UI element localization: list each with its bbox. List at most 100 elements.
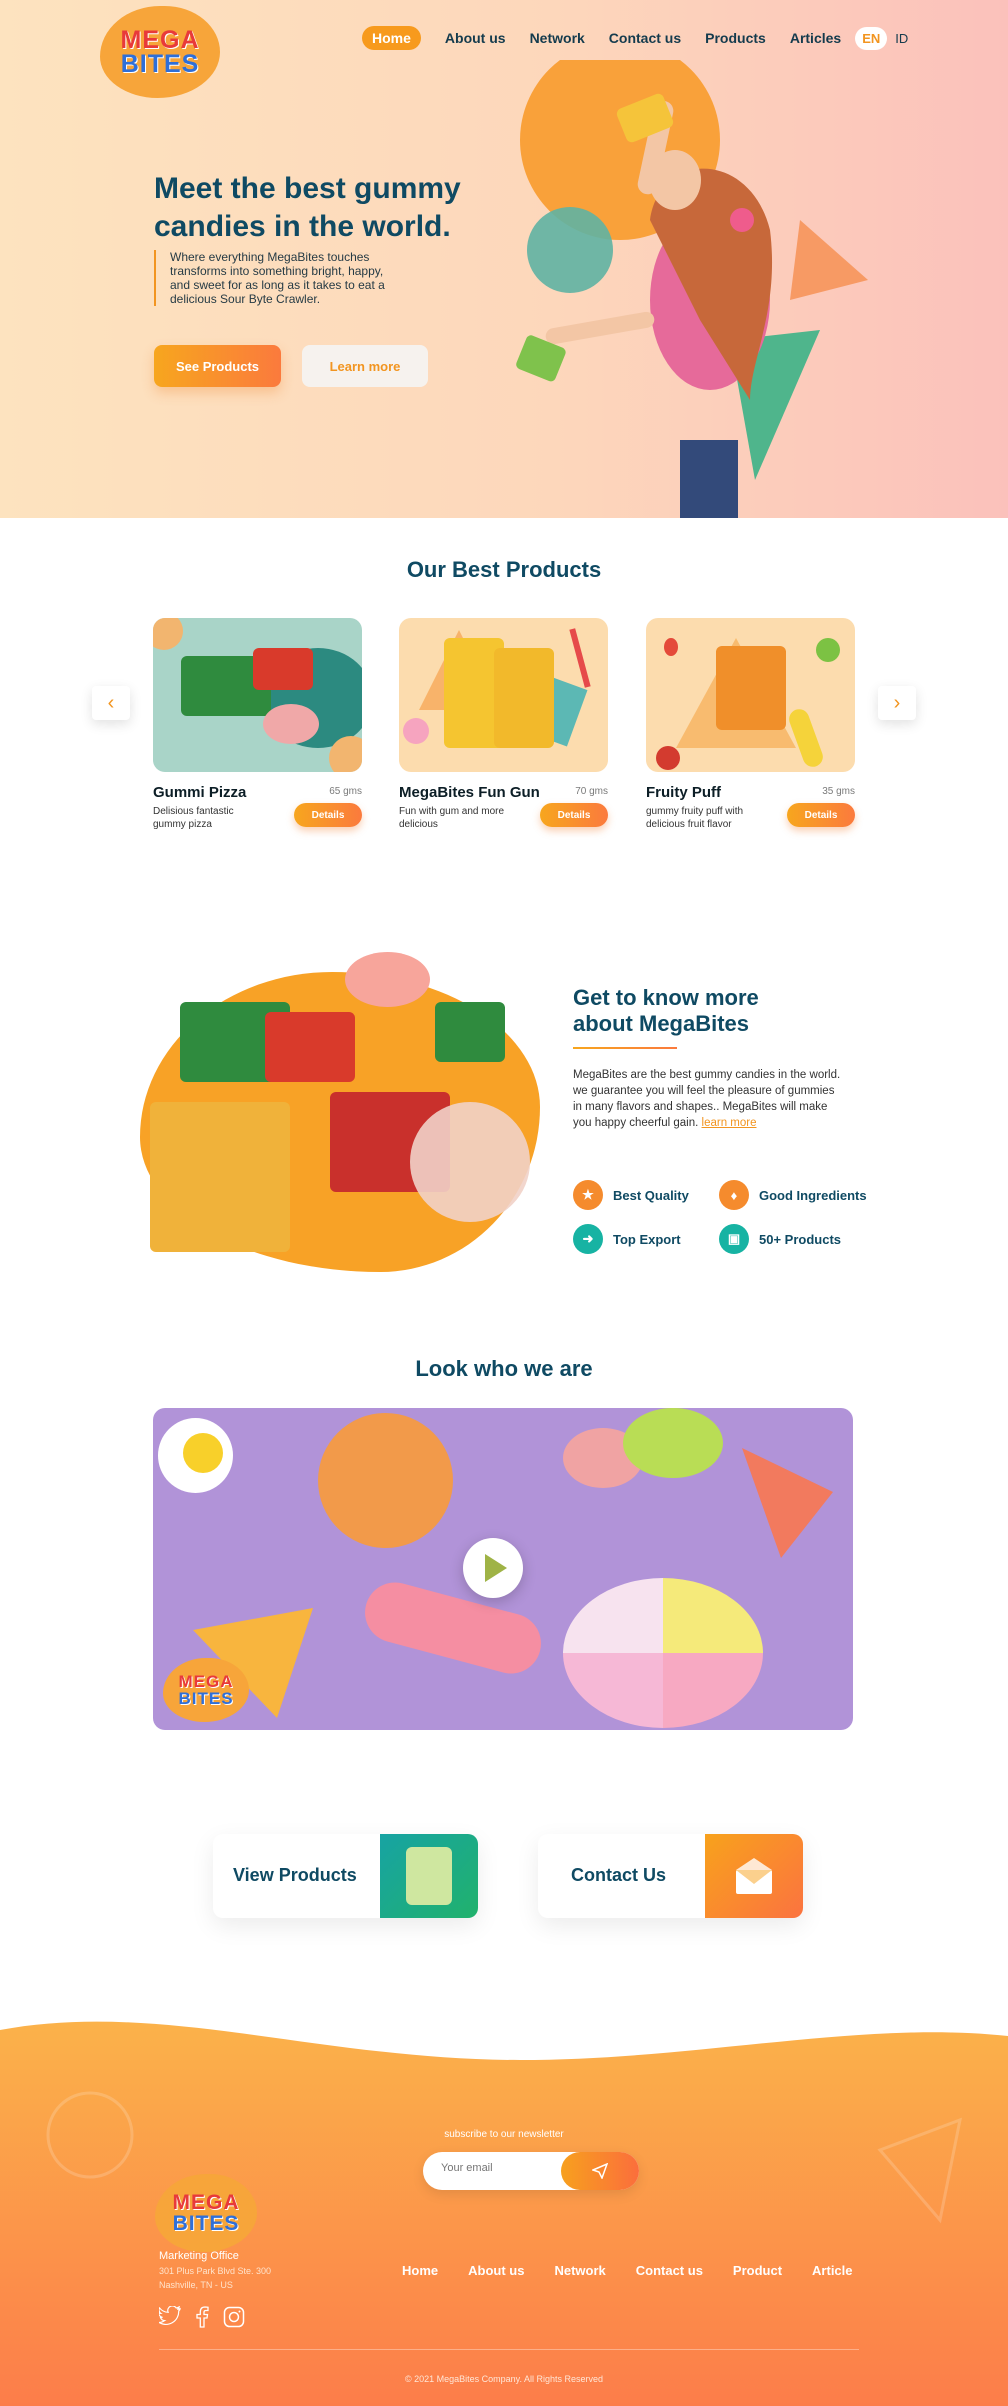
- nav-network[interactable]: Network: [530, 30, 585, 46]
- hero-illustration: [516, 60, 868, 518]
- footer-nav-network[interactable]: Network: [554, 2263, 605, 2278]
- send-icon: [592, 2163, 608, 2179]
- product-desc: Fun with gum and more delicious: [399, 806, 505, 830]
- about-title: Get to know more about MegaBites: [573, 985, 759, 1036]
- product-image: [399, 618, 608, 772]
- brand-logo[interactable]: MEGA BITES: [100, 6, 220, 98]
- lang-en-button[interactable]: EN: [855, 26, 888, 50]
- social-links: [159, 2306, 245, 2328]
- hair-flower: [730, 208, 754, 232]
- details-button[interactable]: Details: [540, 803, 608, 827]
- product-thumb: [380, 1834, 478, 1918]
- footer-nav-about[interactable]: About us: [468, 2263, 524, 2278]
- candy-cane-icon: [569, 628, 591, 688]
- email-input[interactable]: [441, 2162, 551, 2174]
- video-logo: MEGA BITES: [163, 1658, 249, 1722]
- products-title: Our Best Products: [406, 557, 602, 582]
- product-weight: 35 gms: [822, 786, 855, 797]
- view-products-card[interactable]: View Products: [213, 1834, 478, 1918]
- product-card[interactable]: MegaBites Fun Gun 70 gms Fun with gum an…: [399, 618, 608, 830]
- product-name: Gummi Pizza: [153, 784, 247, 801]
- girl-arm-side: [545, 311, 655, 345]
- nav-home[interactable]: Home: [362, 26, 421, 50]
- title-underline: [573, 1047, 677, 1049]
- footer-logo[interactable]: MEGA BITES: [155, 2174, 257, 2252]
- product-image: [153, 618, 362, 772]
- office-title: Marketing Office: [159, 2250, 239, 2262]
- mail-icon: [736, 1858, 772, 1894]
- product-card[interactable]: Gummi Pizza 65 gms Delisious fantastic g…: [153, 618, 362, 830]
- footer-nav-article[interactable]: Article: [812, 2263, 852, 2278]
- newsletter-form: [423, 2152, 639, 2190]
- footer-wave: [0, 2021, 1008, 2406]
- product-package: [435, 1002, 505, 1062]
- play-button[interactable]: [463, 1538, 523, 1598]
- footer-nav-product[interactable]: Product: [733, 2263, 782, 2278]
- subscribe-button[interactable]: [561, 2152, 639, 2190]
- ingredients-icon: ♦: [719, 1180, 749, 1210]
- video-player[interactable]: MEGA BITES: [153, 1408, 853, 1730]
- about-text: MegaBites are the best gummy candies in …: [573, 1069, 841, 1129]
- play-icon: [485, 1554, 507, 1582]
- orange-triangle: [790, 220, 868, 300]
- learn-more-link[interactable]: learn more: [702, 1117, 757, 1129]
- jar-icon: ▣: [719, 1224, 749, 1254]
- nav-contact[interactable]: Contact us: [609, 30, 681, 46]
- apple-icon: [816, 638, 840, 662]
- gummy-pizza-slice: [263, 704, 319, 744]
- feature-products-count: ▣ 50+ Products: [719, 1224, 841, 1254]
- hero-section: MEGA BITES Home About us Network Contact…: [0, 0, 1008, 518]
- product-card[interactable]: Fruity Puff 35 gms gummy fruity puff wit…: [646, 618, 855, 830]
- about-image: [140, 952, 540, 1272]
- nav-about[interactable]: About us: [445, 30, 506, 46]
- product-weight: 70 gms: [575, 786, 608, 797]
- nav-products[interactable]: Products: [705, 30, 766, 46]
- product-desc: gummy fruity puff with delicious fruit f…: [646, 806, 744, 830]
- video-title: Look who we are: [415, 1356, 593, 1381]
- green-gummy: [623, 1408, 723, 1478]
- girl-jeans: [680, 440, 738, 518]
- red-slice-gummy: [742, 1448, 833, 1558]
- footer-divider: [159, 2349, 859, 2350]
- details-button[interactable]: Details: [294, 803, 362, 827]
- facebook-icon[interactable]: [195, 2306, 209, 2328]
- roll-gummy: [358, 1575, 548, 1681]
- carousel-next-button[interactable]: ›: [878, 686, 916, 720]
- twitter-icon[interactable]: [159, 2306, 181, 2326]
- product-package: [494, 648, 554, 748]
- nav-articles[interactable]: Articles: [790, 30, 841, 46]
- pink-blob: [345, 952, 430, 1007]
- feature-top-export: ➜ Top Export: [573, 1224, 681, 1254]
- main-nav: Home About us Network Contact us Product…: [362, 26, 908, 50]
- product-package: [716, 646, 786, 730]
- feature-best-quality: ★ Best Quality: [573, 1180, 689, 1210]
- product-image: [646, 618, 855, 772]
- badge-icon: ★: [573, 1180, 603, 1210]
- lang-id-button[interactable]: ID: [895, 31, 908, 46]
- product-desc: Delisious fantastic gummy pizza: [153, 806, 234, 830]
- product-package: [265, 1012, 355, 1082]
- chevron-left-icon: ‹: [107, 691, 115, 714]
- see-products-button[interactable]: See Products: [154, 345, 281, 387]
- details-button[interactable]: Details: [787, 803, 855, 827]
- mail-icon-box: [705, 1834, 803, 1918]
- hero-title: Meet the best gummy candies in the world…: [154, 172, 461, 243]
- apple-icon: [656, 746, 680, 770]
- product-weight: 65 gms: [329, 786, 362, 797]
- learn-more-button[interactable]: Learn more: [302, 345, 428, 387]
- footer-nav-contact[interactable]: Contact us: [636, 2263, 703, 2278]
- product-name: MegaBites Fun Gun: [399, 784, 540, 801]
- product-package: [150, 1102, 290, 1252]
- lollipop-icon: [403, 718, 429, 744]
- instagram-icon[interactable]: [223, 2306, 245, 2328]
- copyright: © 2021 MegaBites Company. All Rights Res…: [404, 2374, 604, 2384]
- carousel-prev-button[interactable]: ‹: [92, 686, 130, 720]
- contact-us-label: Contact Us: [571, 1865, 667, 1885]
- pie-gummy: [563, 1578, 763, 1728]
- contact-us-card[interactable]: Contact Us: [538, 1834, 803, 1918]
- footer-nav-home[interactable]: Home: [402, 2263, 438, 2278]
- newsletter-label: subscribe to our newsletter: [444, 2129, 564, 2140]
- egg-yolk: [183, 1433, 223, 1473]
- address-line-2: Nashville, TN - US: [159, 2280, 233, 2290]
- footer: subscribe to our newsletter MEGA BITES M…: [0, 2010, 1008, 2406]
